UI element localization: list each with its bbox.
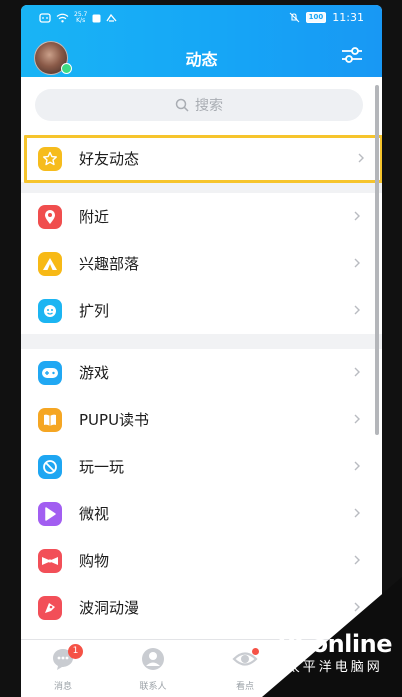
scrollbar[interactable] <box>375 85 379 435</box>
chevron-right-icon <box>358 153 364 163</box>
chevron-right-icon <box>354 555 360 565</box>
list-item-label: 玩一玩 <box>79 458 125 476</box>
new-content-dot <box>252 648 259 655</box>
chevron-right-icon <box>354 508 360 518</box>
list-item-interest-tribe[interactable]: 兴趣部落 <box>21 240 382 287</box>
chevron-right-icon <box>354 461 360 471</box>
message-notification-icon <box>39 13 51 23</box>
mute-icon <box>289 12 300 23</box>
discover-group-1: 附近 兴趣部落 扩列 <box>21 193 382 334</box>
page-title: 动态 <box>185 50 218 69</box>
video-icon <box>38 502 62 526</box>
book-icon <box>38 408 62 432</box>
tab-contacts[interactable]: 联系人 <box>123 646 183 692</box>
wifi-icon <box>56 13 69 23</box>
search-placeholder: 搜索 <box>195 98 223 114</box>
square-notification-icon <box>92 14 101 22</box>
gamepad-icon <box>38 361 62 385</box>
chevron-right-icon <box>354 305 360 315</box>
list-item-label: PUPU读书 <box>79 411 150 429</box>
watermark-logo: PConline 太平洋电脑网 <box>277 630 392 675</box>
header-bar: 25.7 K/s 100 11:31 动态 <box>21 5 382 77</box>
list-item-label: 兴趣部落 <box>79 255 140 273</box>
play-circle-icon <box>38 455 62 479</box>
friends-feed-item[interactable]: 好友动态 <box>24 135 382 183</box>
network-speed: 25.7 K/s <box>74 12 87 24</box>
list-item-label: 波洞动漫 <box>79 599 140 617</box>
chevron-right-icon <box>354 258 360 268</box>
battery-indicator: 100 <box>305 12 327 23</box>
chat-face-icon <box>38 299 62 323</box>
contacts-icon <box>142 648 164 670</box>
list-item-label: 微视 <box>79 505 110 523</box>
location-pin-icon <box>38 205 62 229</box>
status-bar: 25.7 K/s 100 11:31 <box>21 5 382 31</box>
chevron-right-icon <box>354 211 360 221</box>
settings-sliders-icon[interactable] <box>340 45 364 65</box>
watermark-sub: 太平洋电脑网 <box>286 660 383 675</box>
search-input[interactable]: 搜索 <box>35 89 363 121</box>
chevron-right-icon <box>354 414 360 424</box>
chevron-right-icon <box>354 367 360 377</box>
bowtie-icon <box>38 549 62 573</box>
watermark-main: PConline <box>277 630 392 658</box>
list-item-nearby[interactable]: 附近 <box>21 193 382 240</box>
search-icon <box>175 98 189 112</box>
search-section: 搜索 <box>21 77 382 135</box>
list-item-label: 附近 <box>79 208 110 226</box>
list-item-pupu-reading[interactable]: PUPU读书 <box>21 396 382 443</box>
tab-label: 联系人 <box>139 682 167 692</box>
title-row: 动态 <box>21 35 382 75</box>
friends-feed-label: 好友动态 <box>79 150 140 168</box>
list-item-games[interactable]: 游戏 <box>21 349 382 396</box>
list-item-label: 游戏 <box>79 364 110 382</box>
list-item-label: 购物 <box>79 552 110 570</box>
clock: 11:31 <box>332 11 364 24</box>
tab-label: 消息 <box>53 682 72 692</box>
comic-icon <box>38 596 62 620</box>
star-icon <box>38 147 62 171</box>
unread-badge: 1 <box>68 644 83 659</box>
list-item-weishi[interactable]: 微视 <box>21 490 382 537</box>
list-item-expand-friends[interactable]: 扩列 <box>21 287 382 334</box>
app-notification-icon <box>106 13 117 22</box>
tab-messages[interactable]: 1 消息 <box>33 644 93 692</box>
net-speed-unit: K/s <box>76 17 86 24</box>
list-item-play[interactable]: 玩一玩 <box>21 443 382 490</box>
list-item-label: 扩列 <box>79 302 110 320</box>
tent-icon <box>38 252 62 276</box>
